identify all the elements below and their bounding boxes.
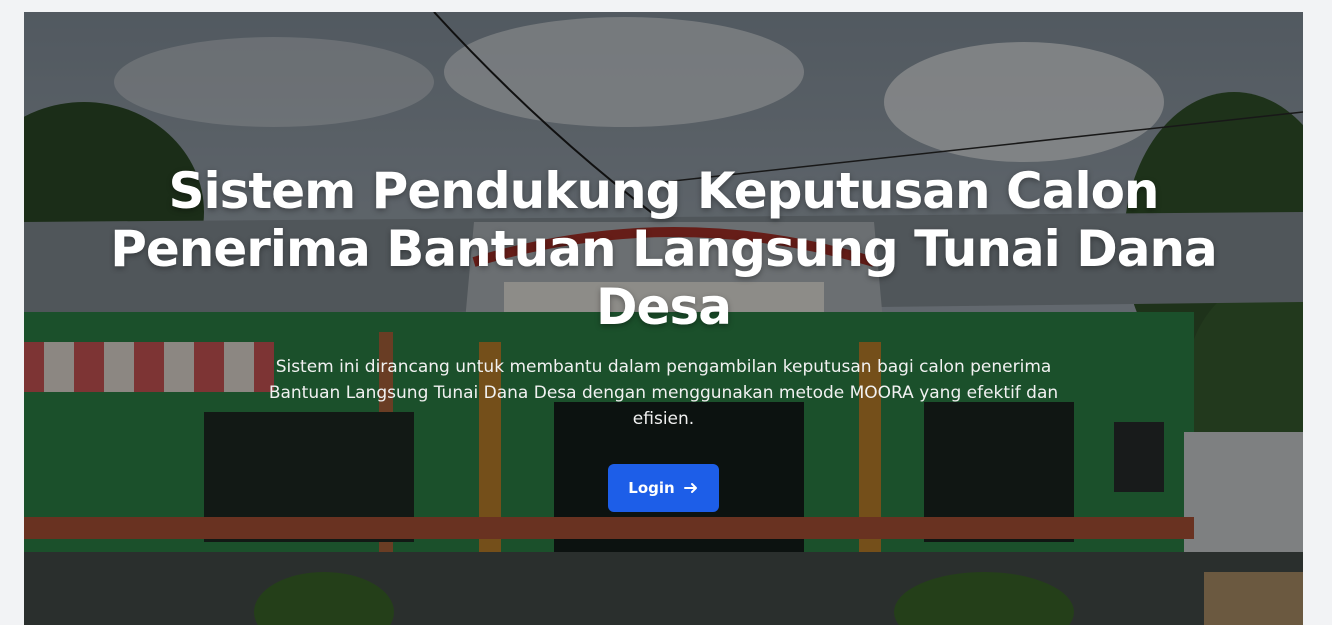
hero-description: Sistem ini dirancang untuk membantu dala… (268, 357, 1059, 429)
login-button-label: Login (628, 479, 675, 497)
hero-content: Sistem Pendukung Keputusan Calon Penerim… (24, 162, 1303, 512)
arrow-right-icon (683, 483, 697, 493)
login-button[interactable]: Login (608, 464, 719, 512)
hero-title: Sistem Pendukung Keputusan Calon Penerim… (110, 162, 1218, 336)
hero-section: Sistem Pendukung Keputusan Calon Penerim… (24, 12, 1303, 625)
